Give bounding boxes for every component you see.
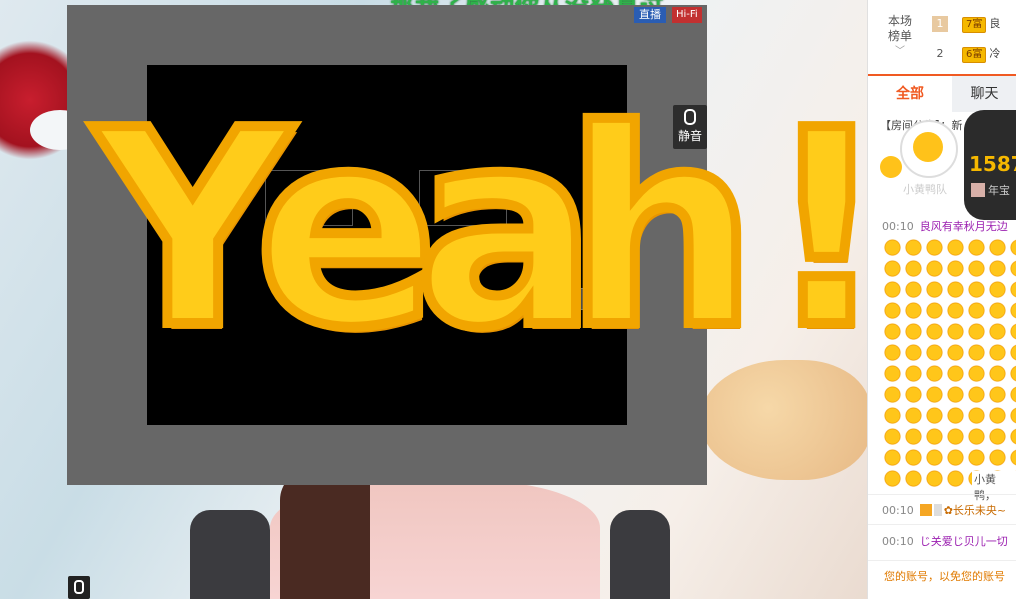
hifi-badge[interactable]: Hi-Fi — [672, 7, 702, 23]
ranking-toggle[interactable]: 本场 榜单 ﹀ — [880, 14, 920, 59]
chat-message: 00:10 ✿长乐未央~ — [882, 502, 1006, 518]
message-user[interactable]: 良风有幸秋月无边 — [920, 220, 1008, 233]
duck-icon — [913, 132, 943, 162]
gift-counter: 1587 — [969, 152, 1016, 176]
message-time: 00:10 — [882, 220, 914, 233]
streamer-hair — [280, 470, 370, 599]
user-tag: 年宝 — [971, 182, 1010, 198]
tab-chat[interactable]: 聊天 — [952, 76, 1016, 112]
wealth-badge: 6富 — [962, 47, 987, 63]
microphone-icon — [684, 109, 696, 125]
mute-label: 静音 — [677, 129, 702, 143]
gift-message-tail: 小黄鸭， — [972, 471, 1016, 503]
tab-all[interactable]: 全部 — [868, 76, 952, 112]
chat-message: 00:10 じ关爱じ贝儿一切 — [882, 533, 1008, 549]
rank-title-line1: 本场 — [887, 14, 912, 28]
rank-row[interactable]: 1 7富良 — [932, 13, 1000, 33]
live-badge: 直播 — [634, 7, 666, 23]
gift-sender-name: 小黄鸭队 — [903, 183, 947, 196]
message-time: 00:10 — [882, 504, 914, 517]
divider — [868, 524, 1016, 525]
placeholder-box — [265, 170, 353, 226]
security-note: 您的账号，以免您的账号 — [884, 570, 1005, 583]
mute-button[interactable]: 静音 — [673, 105, 707, 149]
phone-icon — [933, 504, 942, 516]
chat-tabs: 全部 聊天 — [868, 74, 1016, 112]
chat-message: 00:10 良风有幸秋月无边 — [882, 218, 1008, 234]
rank-row[interactable]: 2 6富冷 — [932, 43, 1000, 63]
wealth-badge: 7富 — [962, 17, 987, 33]
rank-title-line2: 榜单 — [887, 29, 912, 43]
microphone-icon[interactable] — [68, 576, 90, 599]
chevron-down-icon: ﹀ — [895, 46, 905, 57]
duck-icon — [880, 156, 902, 178]
rank-user-name: 冷 — [989, 47, 1001, 60]
avatar[interactable] — [900, 120, 958, 178]
message-time: 00:10 — [882, 535, 914, 548]
chair — [610, 510, 670, 599]
duck-gift-grid — [882, 236, 1016, 488]
vip-icon — [919, 504, 932, 516]
ime-language: CH — [567, 292, 581, 305]
video-frame — [147, 65, 627, 425]
rank-number: 1 — [932, 16, 948, 32]
placeholder-box — [419, 170, 507, 226]
rank-number: 2 — [936, 47, 944, 60]
message-user[interactable]: じ关爱じ贝儿一切 — [920, 535, 1008, 548]
chair — [190, 510, 270, 599]
side-panel: 本场 榜单 ﹀ 17富良 26富冷 全部 聊天 【房间公告】：新 小黄鸭队 15… — [867, 0, 1016, 599]
help-icon[interactable]: ? — [594, 293, 609, 307]
ime-toolbar[interactable]: CH? — [550, 288, 630, 310]
player-overlay-window: 直播 Hi-Fi 静音 CH? — [67, 5, 707, 485]
message-user[interactable]: ✿长乐未央~ — [944, 504, 1006, 517]
divider — [868, 494, 1016, 495]
drag-handle-icon[interactable] — [554, 292, 564, 306]
rank-user-name: 良 — [989, 17, 1001, 30]
divider — [868, 560, 1016, 561]
plush-toy — [700, 360, 867, 480]
